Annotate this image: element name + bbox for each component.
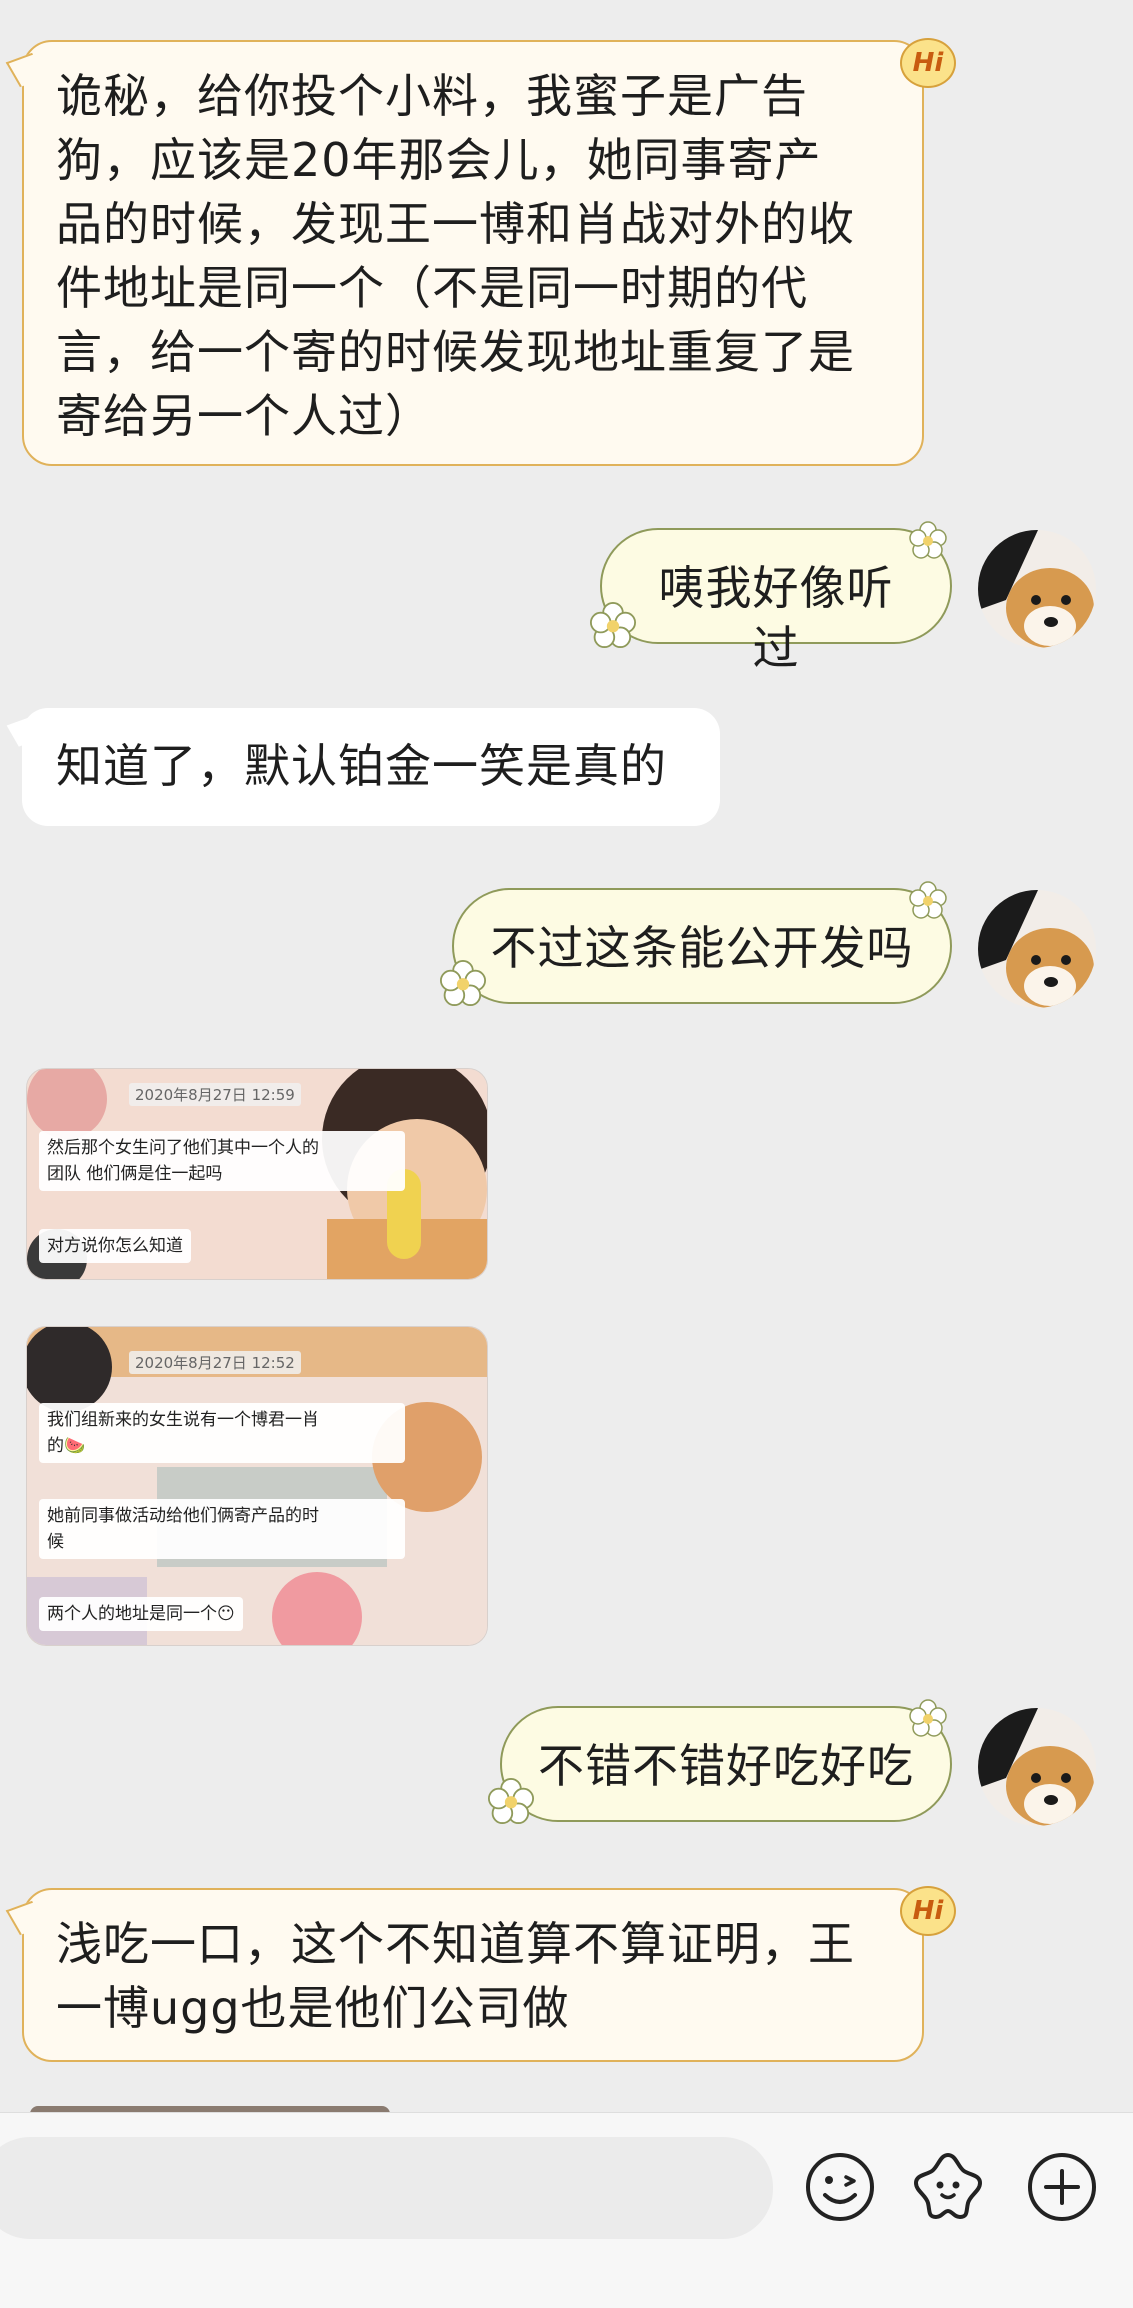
message-text: 知道了，默认铂金一笑是真的 — [56, 739, 667, 793]
quoted-chat-bubble: 我们组新来的女生说有一个博君一肖 的🍉 — [39, 1403, 405, 1463]
message-line: 诡秘，给你投个小料，我蜜子是广告 — [56, 69, 808, 123]
message-line: 言，给一个寄的时候发现地址重复了是 — [56, 325, 855, 379]
flower-decoration-icon — [487, 1777, 535, 1825]
add-icon[interactable] — [1024, 2149, 1100, 2225]
emoji-icon[interactable] — [802, 2149, 878, 2225]
message-bubble-outgoing[interactable]: 不过这条能公开发吗 — [452, 888, 952, 1004]
quoted-text-line: 我们组新来的女生说有一个博君一肖 — [47, 1410, 319, 1430]
message-line: 品的时候，发现王一博和肖战对外的收 — [56, 197, 855, 251]
hi-badge-icon: Hi — [900, 1886, 956, 1936]
timestamp: 2020年8月27日 12:52 — [129, 1351, 301, 1374]
avatar[interactable] — [978, 1708, 1096, 1826]
shiba-dog-avatar-icon — [978, 1708, 1096, 1826]
flower-decoration-icon — [439, 959, 487, 1007]
message-line: 一博ugg也是他们公司做 — [56, 1981, 570, 2035]
message-bubble-incoming[interactable]: 知道了，默认铂金一笑是真的 — [22, 708, 720, 826]
quoted-text-line: 然后那个女生问了他们其中一个人的 — [47, 1138, 319, 1158]
quoted-text-line: 两个人的地址是同一个😶 — [47, 1604, 235, 1624]
message-bubble-incoming[interactable]: 浅吃一口，这个不知道算不算证明，王 一博ugg也是他们公司做 — [22, 1888, 924, 2062]
timestamp: 2020年8月27日 12:59 — [129, 1083, 301, 1106]
quoted-text-line: 团队 他们俩是住一起吗 — [47, 1164, 223, 1184]
flower-decoration-icon — [909, 881, 947, 919]
image-message[interactable]: 2020年8月27日 12:59 然后那个女生问了他们其中一个人的 团队 他们俩… — [26, 1068, 488, 1280]
image-message[interactable]: 2020年8月27日 12:52 我们组新来的女生说有一个博君一肖 的🍉 她前同… — [26, 1326, 488, 1646]
message-line: 狗，应该是20年那会儿，她同事寄产 — [56, 133, 822, 187]
quoted-text-line: 她前同事做活动给他们俩寄产品的时 — [47, 1506, 319, 1526]
hi-badge-icon: Hi — [900, 38, 956, 88]
avatar[interactable] — [978, 530, 1096, 648]
message-line: 浅吃一口，这个不知道算不算证明，王 — [56, 1917, 855, 1971]
flower-decoration-icon — [909, 1699, 947, 1737]
message-input[interactable] — [0, 2137, 773, 2239]
quoted-chat-bubble: 她前同事做活动给他们俩寄产品的时 候 — [39, 1499, 405, 1559]
quoted-chat-bubble: 然后那个女生问了他们其中一个人的 团队 他们俩是住一起吗 — [39, 1131, 405, 1191]
message-text: 不过这条能公开发吗 — [490, 921, 914, 975]
quoted-chat-bubble: 两个人的地址是同一个😶 — [39, 1597, 243, 1631]
message-bubble-incoming[interactable]: 诡秘，给你投个小料，我蜜子是广告 狗，应该是20年那会儿，她同事寄产 品的时候，… — [22, 40, 924, 466]
quoted-text-line: 对方说你怎么知道 — [47, 1236, 183, 1256]
message-text: 咦我好像听过 — [658, 561, 894, 675]
quoted-chat-bubble: 对方说你怎么知道 — [39, 1229, 191, 1263]
message-bubble-outgoing[interactable]: 咦我好像听过 — [600, 528, 952, 675]
avatar[interactable] — [978, 890, 1096, 1008]
shiba-dog-avatar-icon — [978, 890, 1096, 1008]
message-text: 不错不错好吃好吃 — [538, 1739, 914, 1793]
message-line: 寄给另一个人过） — [56, 389, 432, 443]
flower-decoration-icon — [909, 521, 947, 559]
input-bar — [0, 2112, 1133, 2308]
message-bubble-outgoing[interactable]: 不错不错好吃好吃 — [500, 1706, 952, 1822]
flower-decoration-icon — [589, 601, 637, 649]
shiba-dog-avatar-icon — [978, 530, 1096, 648]
message-line: 件地址是同一个（不是同一时期的代 — [56, 261, 808, 315]
quoted-text-line: 的🍉 — [47, 1436, 86, 1456]
sticker-icon[interactable] — [910, 2147, 986, 2223]
quoted-text-line: 候 — [47, 1532, 64, 1552]
